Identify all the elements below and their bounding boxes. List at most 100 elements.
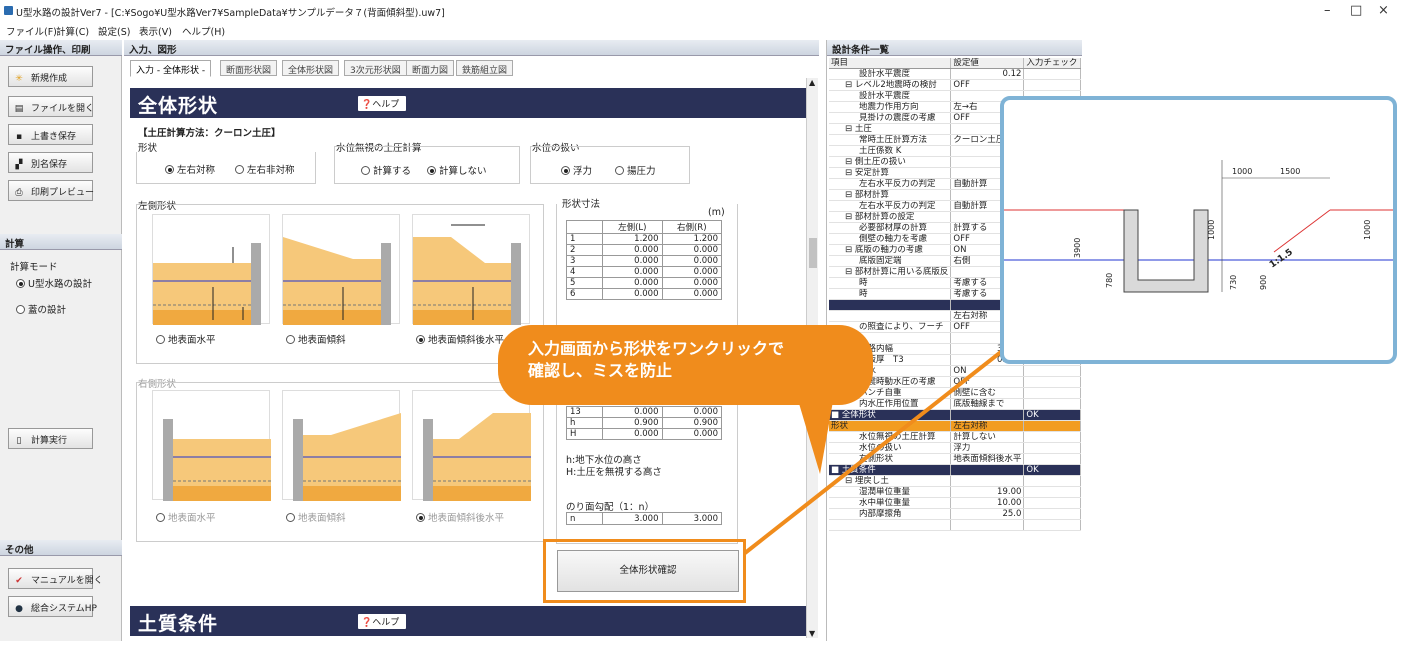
right-opt-slope-flat[interactable]: 地表面傾斜後水平 xyxy=(416,510,504,524)
tab-section[interactable]: 断面形状図 xyxy=(220,60,278,76)
radio-icon xyxy=(427,166,436,175)
dim-row[interactable]: 6 0.000 0.000 xyxy=(566,288,722,300)
radio-icon xyxy=(16,305,25,314)
right-flat-figure xyxy=(163,419,271,501)
left-opt-slope[interactable]: 地表面傾斜 xyxy=(286,332,346,346)
new-button[interactable]: ✳ 新規作成 xyxy=(8,66,93,87)
left-shape-slope-flat[interactable] xyxy=(412,214,530,325)
maximize-button[interactable]: □ xyxy=(1350,3,1362,18)
left-shape-flat[interactable] xyxy=(152,214,270,325)
level-uplift[interactable]: 揚圧力 xyxy=(615,163,656,177)
slope-table: n 3.000 3.000 xyxy=(566,512,722,525)
tab-3d[interactable]: 3次元形状図 xyxy=(344,60,407,76)
dim-row[interactable]: 5 0.000 0.000 xyxy=(566,277,722,289)
radio-icon xyxy=(235,165,244,174)
slope-row[interactable]: n 3.000 3.000 xyxy=(566,512,722,525)
dim-row[interactable]: 2 0.000 0.000 xyxy=(566,244,722,256)
open-button[interactable]: ▤ ファイルを開く xyxy=(8,96,94,117)
help-icon: ❓ xyxy=(361,618,373,628)
scroll-down-icon[interactable]: ▼ xyxy=(809,629,815,638)
zoom-dim-1000a: 1000 xyxy=(1207,220,1216,240)
tab-input[interactable]: 入力 - 全体形状 - xyxy=(130,60,212,77)
dim-table-bottom: 13 0.000 0.000 h 0.900 0.900 H 0.000 0.000 xyxy=(566,406,722,440)
print-preview-button[interactable]: ⎙ 印刷プレビュー xyxy=(8,180,94,201)
overall-shape-drawing: 1000 1500 3900 1000 1000 780 730 900 1:1… xyxy=(1004,160,1393,293)
menu-view[interactable]: 表示(V) xyxy=(139,24,172,38)
water-calc[interactable]: 計算する xyxy=(361,163,411,177)
radio-icon xyxy=(561,166,570,175)
menu-calc[interactable]: 計算(C) xyxy=(56,24,89,38)
save-as-button[interactable]: ▞ 別名保存 xyxy=(8,152,93,173)
water-group: 計算する 計算しない xyxy=(334,146,520,184)
menu-help[interactable]: ヘルプ(H) xyxy=(182,24,225,38)
left-shape-slope[interactable] xyxy=(282,214,400,325)
save-icon: ▪ xyxy=(15,132,23,142)
zoom-dim-1000: 1000 xyxy=(1232,167,1252,176)
dim-header-row: 左側(L) 右側(R) xyxy=(566,220,722,234)
scroll-up-icon[interactable]: ▲ xyxy=(809,78,815,87)
zoom-dim-900: 900 xyxy=(1259,275,1268,290)
file-ops-header: ファイル操作、印刷 xyxy=(0,40,122,56)
manual-button[interactable]: ✔ マニュアルを開く xyxy=(8,568,103,589)
condition-row[interactable]: 設計水平震度 0.12 xyxy=(829,68,1081,81)
menu-settings[interactable]: 設定(S) xyxy=(98,24,130,38)
zoom-slope: 1:1.5 xyxy=(1268,247,1295,270)
level-buoyancy[interactable]: 浮力 xyxy=(561,163,592,177)
level-group: 浮力 揚圧力 xyxy=(530,146,690,184)
zoom-dim-1000b: 1000 xyxy=(1363,220,1372,240)
save-button[interactable]: ▪ 上書き保存 xyxy=(8,124,93,145)
shape-asymmetric[interactable]: 左右非対称 xyxy=(235,162,295,176)
bottom-strip xyxy=(0,641,1401,655)
right-opt-slope[interactable]: 地表面傾斜 xyxy=(286,510,346,524)
zoom-dim-730: 730 xyxy=(1229,275,1238,290)
right-shape-slope-flat xyxy=(412,390,531,501)
menu-file[interactable]: ファイル(F) xyxy=(6,24,57,38)
left-pane: ファイル操作、印刷 ✳ 新規作成 ▤ ファイルを開く ▪ 上書き保存 ▞ 別名保存 ⎙ 印… xyxy=(0,40,122,655)
left-opt-slope-flat[interactable]: 地表面傾斜後水平 xyxy=(416,332,504,346)
conditions-col-header: 項目 設定値 入力チェック xyxy=(829,58,1081,70)
condition-row[interactable]: ⊟ レベル2地震時の検討 OFF xyxy=(829,79,1081,92)
radio-icon xyxy=(361,166,370,175)
section-bar-soil: 土質条件 ❓ヘルプ xyxy=(130,606,806,636)
zoom-dim-3900: 3900 xyxy=(1073,238,1082,258)
tab-rebar[interactable]: 鉄筋組立図 xyxy=(456,60,514,76)
tab-overall[interactable]: 全体形状図 xyxy=(282,60,340,76)
minimize-button[interactable]: – xyxy=(1324,3,1331,18)
other-header: その他 xyxy=(0,540,122,556)
radio-icon xyxy=(416,513,425,522)
conditions-header: 設計条件一覧 xyxy=(827,40,1082,56)
radio-icon xyxy=(286,335,295,344)
soil-help-button[interactable]: ❓ヘルプ xyxy=(358,614,406,629)
dim-row[interactable]: 4 0.000 0.000 xyxy=(566,266,722,278)
right-slope-figure xyxy=(293,413,401,501)
dim-row[interactable]: h 0.900 0.900 xyxy=(566,417,722,429)
close-button[interactable]: × xyxy=(1378,3,1389,18)
calc-mode-lid[interactable]: 蓋の設計 xyxy=(16,302,66,316)
confirm-shape-button[interactable]: 全体形状確認 xyxy=(557,550,739,592)
help-icon: ❓ xyxy=(361,100,373,110)
dim-row[interactable]: 1 1.200 1.200 xyxy=(566,233,722,245)
manual-icon: ✔ xyxy=(15,576,23,586)
window-title: U型水路の設計Ver7 - [C:¥Sogo¥U型水路Ver7¥SampleDa… xyxy=(16,8,445,19)
hp-button[interactable]: ● 総合システムHP xyxy=(8,596,97,617)
radio-icon xyxy=(615,166,624,175)
calc-mode-u[interactable]: U型水路の設計 xyxy=(16,276,92,290)
open-file-icon: ▤ xyxy=(14,104,24,114)
left-opt-flat[interactable]: 地表面水平 xyxy=(156,332,216,346)
water-nocalc[interactable]: 計算しない xyxy=(427,163,487,177)
dim-row[interactable]: H 0.000 0.000 xyxy=(566,428,722,440)
globe-icon: ● xyxy=(15,604,23,614)
scroll-thumb[interactable] xyxy=(809,238,817,268)
zoom-dim-780: 780 xyxy=(1105,273,1114,288)
tab-force[interactable]: 断面力図 xyxy=(406,60,455,76)
run-calc-button[interactable]: ▯ 計算実行 xyxy=(8,428,93,449)
right-shape-flat xyxy=(152,390,271,501)
note-H: H:土圧を無視する高さ xyxy=(566,467,662,478)
shape-symmetric[interactable]: 左右対称 xyxy=(165,162,215,176)
dim-row[interactable]: 13 0.000 0.000 xyxy=(566,406,722,418)
help-button[interactable]: ❓ヘルプ xyxy=(358,96,406,111)
title-bar: U型水路の設計Ver7 - [C:¥Sogo¥U型水路Ver7¥SampleDa… xyxy=(0,0,1401,22)
right-opt-flat[interactable]: 地表面水平 xyxy=(156,510,216,524)
dim-row[interactable]: 3 0.000 0.000 xyxy=(566,255,722,267)
radio-icon xyxy=(165,165,174,174)
